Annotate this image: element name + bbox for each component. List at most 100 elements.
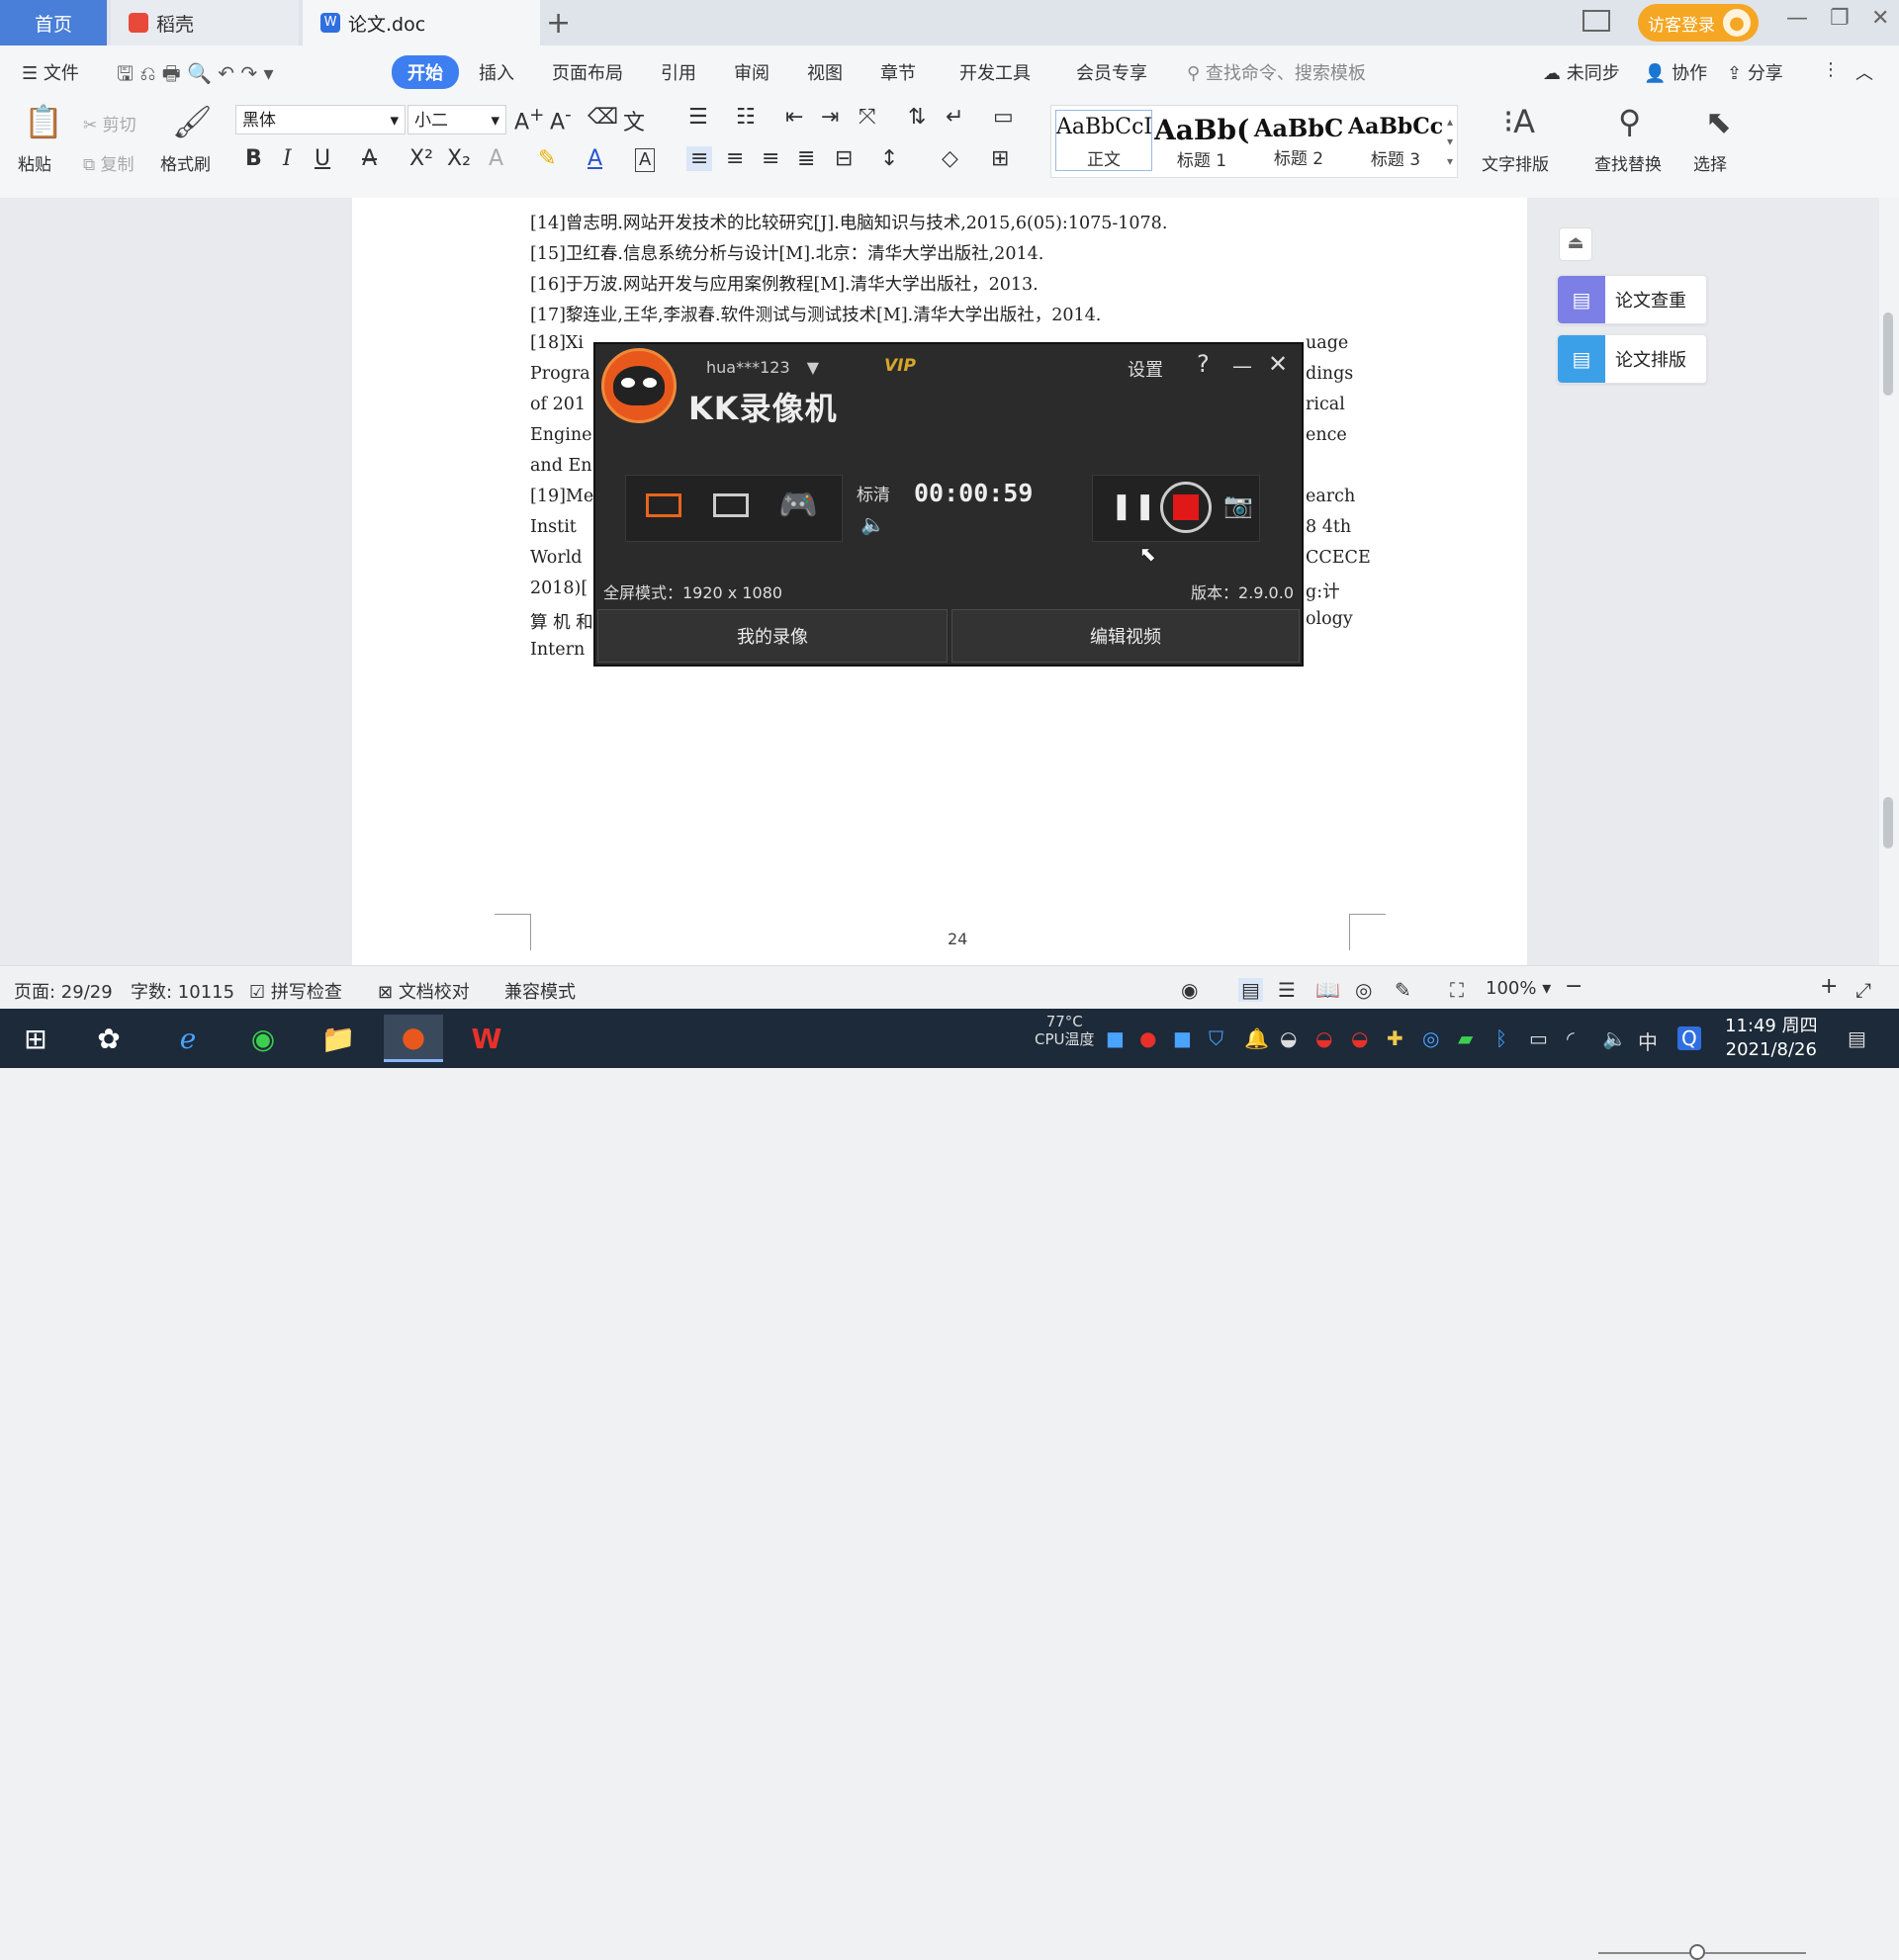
format-painter-icon[interactable]: 🖌 [172,103,213,140]
clear-format-icon[interactable]: ⌫ [588,105,618,130]
vertical-scrollbar[interactable] [1879,198,1899,965]
tab-start[interactable]: 开始 [392,55,459,89]
tray-app-icon[interactable]: ■ [1106,1026,1125,1050]
fullscreen-icon[interactable]: ⤢ [1855,978,1871,1002]
cpu-temp-widget[interactable]: 77°C CPU温度 [1035,1013,1095,1048]
thesis-check-button[interactable]: ▤ 论文查重 [1557,275,1707,324]
spell-check-button[interactable]: ☑ 拼写检查 [249,978,342,1004]
web-view-icon[interactable]: ◎ [1355,978,1372,1002]
pen-icon[interactable]: ✎ [1395,978,1411,1002]
qq-icon[interactable]: ◒ [1315,1026,1332,1050]
page-indicator[interactable]: 页面: 29/29 [14,978,113,1004]
close-icon[interactable]: ✕ [1871,6,1889,31]
zoom-in-icon[interactable]: + [1820,974,1838,999]
align-left-icon[interactable]: ≡ [686,146,713,171]
pause-icon[interactable]: ❚❚ [1111,491,1158,521]
find-replace-icon[interactable]: ⚲ [1618,103,1641,140]
bluetooth-icon[interactable]: ᛒ [1495,1026,1507,1050]
tab-document[interactable]: W 论文.doc [303,0,540,45]
kk-recorder-window[interactable]: hua***123 ▼ VIP KK录像机 设置 ? — ✕ 🎮 标清 🔈 00… [593,342,1304,667]
tab-dev-tools[interactable]: 开发工具 [959,59,1031,85]
restore-icon[interactable]: ❐ [1830,6,1850,31]
tab-page-layout[interactable]: 页面布局 [552,59,623,85]
style-heading-1[interactable]: AaBb( 标题 1 [1154,114,1249,171]
share-button[interactable]: ⇪ 分享 [1727,59,1783,85]
system-clock[interactable]: 11:49 周四 2021/8/26 [1725,1015,1818,1062]
char-border-icon[interactable]: A [635,148,656,172]
collab-button[interactable]: 👤 协作 [1644,59,1707,85]
font-grow-icon[interactable]: A+ [514,105,544,134]
text-layout-icon[interactable]: ⁝A [1503,103,1535,140]
tray-app-icon[interactable]: ◎ [1422,1026,1439,1050]
battery-icon[interactable]: ▭ [1529,1026,1548,1050]
kk-recorder-taskbar-icon[interactable]: ● [384,1015,443,1062]
chinese-layout-icon[interactable]: ⤧ [859,105,876,130]
qq-icon[interactable]: ◒ [1351,1026,1368,1050]
text-effect-icon[interactable]: A [489,146,503,171]
bold-icon[interactable]: B [245,146,262,171]
ruler-icon[interactable]: ▭ [993,105,1014,130]
file-menu[interactable]: ☰ 文件 [22,59,79,85]
style-heading-2[interactable]: AaBbC 标题 2 [1251,114,1346,169]
copy-button[interactable]: ⧉ 复制 [83,150,135,175]
tab-chapter[interactable]: 章节 [880,59,916,85]
tray-app-icon[interactable]: ✚ [1387,1026,1403,1050]
paste-button[interactable]: 粘贴 [18,150,51,175]
increase-indent-icon[interactable]: ⇥ [821,105,839,130]
phonetic-icon[interactable]: 文 [623,105,645,136]
qq-icon[interactable]: ◒ [1280,1026,1297,1050]
style-scroll-icon[interactable]: ▴ ▾ ▾ [1447,112,1453,171]
find-replace-button[interactable]: 查找替换 [1594,150,1662,175]
kk-settings-button[interactable]: 设置 [1128,356,1163,382]
kk-vip-badge[interactable]: VIP [884,356,916,376]
italic-icon[interactable]: I [283,146,292,171]
camera-icon[interactable]: 📷 [1223,491,1253,519]
cut-button[interactable]: ✂ 剪切 [83,111,136,135]
zoom-select[interactable]: 100% ▾ [1486,978,1551,999]
eye-protect-icon[interactable]: ◉ [1181,978,1198,1002]
nvidia-icon[interactable]: ▰ [1458,1026,1473,1050]
tab-references[interactable]: 引用 [661,59,696,85]
style-normal[interactable]: AaBbCcI 正文 [1055,110,1152,171]
volume-icon[interactable]: 🔈 [860,512,885,536]
kk-help-icon[interactable]: ? [1197,350,1210,378]
ime-indicator[interactable]: 中 [1638,1026,1658,1055]
kk-minimize-icon[interactable]: — [1232,354,1252,378]
format-painter-button[interactable]: 格式刷 [160,150,211,175]
outline-view-icon[interactable]: ☰ [1278,978,1296,1002]
justify-icon[interactable]: ≣ [797,146,815,171]
number-list-icon[interactable]: ☷ [736,105,756,130]
tab-view[interactable]: 视图 [807,59,843,85]
show-marks-icon[interactable]: ↵ [946,105,963,130]
font-name-select[interactable]: 黑体 ▾ [235,105,406,134]
scrollbar-thumb[interactable] [1883,312,1893,396]
region-mode-icon[interactable] [713,493,749,517]
font-color-icon[interactable]: A [588,146,602,171]
highlight-icon[interactable]: ✎ [538,146,556,171]
line-spacing-icon[interactable]: ↕ [880,146,898,171]
action-center-icon[interactable]: ▤ [1848,1026,1866,1050]
paste-icon[interactable]: 📋 [24,103,63,140]
app-pinwheel-icon[interactable]: ✿ [79,1015,138,1062]
tab-insert[interactable]: 插入 [479,59,514,85]
browser-360-icon[interactable]: ◉ [233,1015,293,1062]
word-count[interactable]: 字数: 10115 [131,978,234,1004]
login-button[interactable]: 访客登录 ● [1638,4,1759,42]
underline-icon[interactable]: U [315,146,330,171]
kk-close-icon[interactable]: ✕ [1268,350,1288,378]
select-button[interactable]: 选择 [1693,150,1727,175]
doc-check-button[interactable]: ⊠ 文档校对 [378,978,470,1004]
command-search[interactable]: ⚲ 查找命令、搜索模板 [1187,59,1366,85]
tab-member[interactable]: 会员专享 [1076,59,1147,85]
select-cursor-icon[interactable]: ⬉ [1705,103,1732,140]
superscript-icon[interactable]: X² [409,146,433,171]
side-panel-collapse-icon[interactable]: ⏏ [1559,227,1592,261]
stop-record-button[interactable] [1160,482,1212,533]
search-app-icon[interactable]: Q [1677,1026,1701,1050]
edit-video-button[interactable]: 编辑视频 [951,609,1300,663]
kk-quality-label[interactable]: 标清 [857,481,890,505]
more-icon[interactable]: ⋮ [1822,59,1840,80]
shield-icon[interactable]: ⛉ [1209,1026,1223,1050]
subscript-icon[interactable]: X₂ [447,146,471,171]
scrollbar-thumb-secondary[interactable] [1883,797,1893,848]
